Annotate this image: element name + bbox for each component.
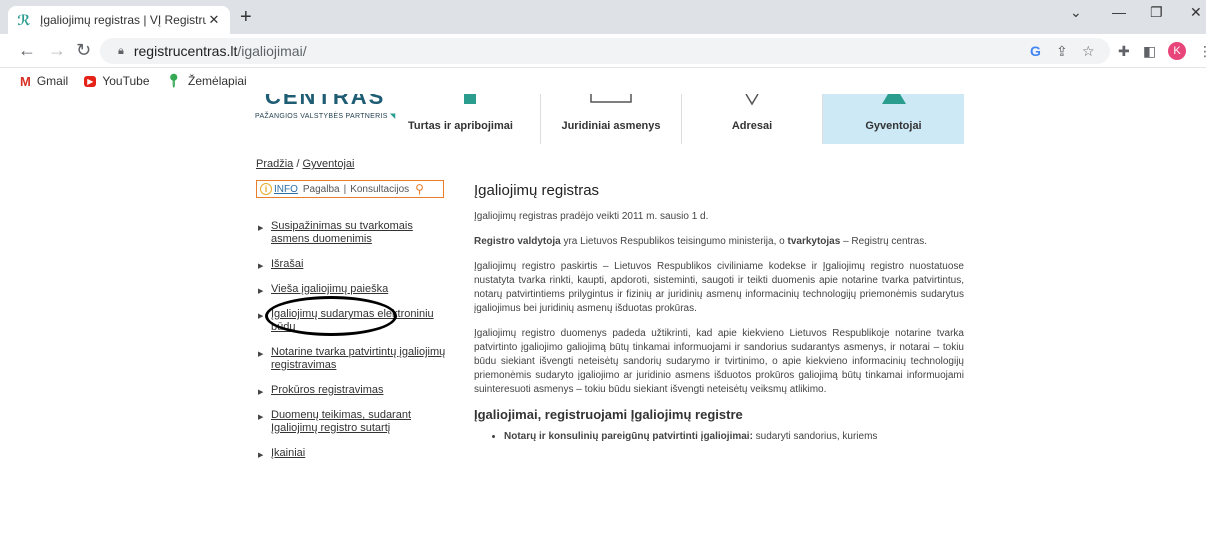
logo-tagline: PAŽANGIOS VALSTYBĖS PARTNERIS ◥ (255, 113, 396, 120)
forward-arrow-icon[interactable]: → (48, 41, 66, 59)
youtube-icon: ▶ (84, 75, 97, 87)
bullet-icon: ▶ (258, 313, 264, 320)
bullet-list: Notarų ir konsulinių pareigūnų patvirtin… (474, 430, 964, 444)
sidebar-link[interactable]: Duomenų teikimas, sudarant Įgaliojimų re… (271, 409, 411, 434)
residents-icon (881, 94, 906, 104)
minimize-icon[interactable]: — (1112, 4, 1126, 20)
url-host: registrucentras.lt (133, 43, 238, 59)
lock-icon: 🔒︎ (118, 44, 124, 57)
nav-label: Turtas ir apribojimai (408, 120, 513, 132)
list-item: Notarų ir konsulinių pareigūnų patvirtin… (504, 430, 964, 444)
nav-label: Juridiniai asmenys (561, 120, 661, 132)
sidebar-link[interactable]: Notarine tvarka patvirtintų įgaliojimų r… (271, 346, 445, 371)
tab-title: Įgaliojimų registras | VĮ Registrų c (40, 13, 206, 27)
maps-icon: 📍︎ (165, 73, 183, 88)
breadcrumb-separator: / (296, 158, 300, 170)
reload-icon[interactable]: ↻ (76, 41, 91, 59)
help-search-box[interactable]: i INFO Pagalba | Konsultacijos ⚲ (256, 180, 444, 198)
property-icon (464, 94, 476, 104)
browser-tab-bar: ℛ Įgaliojimų registras | VĮ Registrų c ✕… (0, 0, 1206, 34)
sidebar-item: ▶ Vieša įgaliojimų paieška (258, 283, 452, 296)
url-path: /igaliojimai/ (237, 43, 307, 59)
back-arrow-icon[interactable]: ← (18, 41, 36, 59)
bookmark-gmail[interactable]: M Gmail (20, 74, 68, 89)
new-tab-button[interactable]: + (240, 7, 252, 27)
extensions-icon[interactable]: ✚ (1118, 43, 1130, 60)
bullet-icon: ▶ (258, 288, 264, 295)
sidebar-link[interactable]: Įkainiai (271, 447, 305, 459)
restore-icon[interactable]: ❐ (1150, 4, 1163, 21)
nav-label: Adresai (731, 120, 773, 132)
sidebar-item: ▶ Išrašai (258, 258, 452, 271)
bookmark-label: YouTube (102, 74, 150, 88)
paragraph: Įgaliojimų registras pradėjo veikti 2011… (474, 211, 709, 222)
hand-drawn-ellipse-annotation (265, 296, 397, 336)
bullet-icon: ▶ (258, 414, 264, 421)
sidebar-link[interactable]: Prokūros registravimas (271, 384, 383, 396)
gmail-icon: M (20, 73, 31, 89)
company-icon (590, 94, 632, 103)
bullet-icon: ▶ (258, 263, 264, 270)
consultations-link[interactable]: Konsultacijos (350, 184, 409, 195)
bookmark-maps[interactable]: 📍︎ Žemėlapiai (166, 73, 247, 89)
bullet-icon: ▶ (258, 351, 264, 358)
registrucentras-logo[interactable]: CENTRAS PAŽANGIOS VALSTYBĖS PARTNERIS ◥ (255, 94, 395, 134)
bullet-icon: ▶ (258, 389, 264, 396)
address-pin-icon (745, 94, 759, 106)
nav-adresai[interactable]: Adresai (682, 94, 823, 144)
google-icon[interactable]: G (1030, 43, 1041, 59)
menu-icon[interactable]: ⋮ (1198, 43, 1206, 60)
sidebar-link[interactable]: Išrašai (271, 258, 303, 270)
url-omnibox[interactable]: 🔒︎ registrucentras.lt/igaliojimai/ (100, 38, 1110, 64)
paragraph: Įgaliojimų registro duomenys padeda užti… (474, 328, 964, 395)
section-heading: Įgaliojimai, registruojami Įgaliojimų re… (474, 407, 743, 422)
address-bar-row: ← → ↻ 🔒︎ registrucentras.lt/igaliojimai/… (0, 34, 1206, 68)
logo-wordmark: CENTRAS (265, 94, 386, 109)
share-icon[interactable]: ⇪ (1056, 43, 1068, 60)
breadcrumb: Pradžia / Gyventojai (256, 158, 354, 170)
registrucentras-favicon-icon: ℛ (17, 11, 31, 28)
sidebar-item: ▶ Notarine tvarka patvirtintų įgaliojimų … (258, 346, 452, 372)
browser-tab[interactable]: ℛ Įgaliojimų registras | VĮ Registrų c ✕ (8, 6, 230, 34)
sidebar-item: ▶ Įkainiai (258, 447, 452, 460)
side-panel-icon[interactable]: ◧ (1143, 43, 1156, 60)
paragraph: Įgaliojimų registro paskirtis – Lietuvos… (474, 261, 964, 314)
help-link[interactable]: Pagalba (303, 184, 340, 195)
close-window-icon[interactable]: ✕ (1190, 4, 1202, 21)
page-title: Įgaliojimų registras (474, 182, 600, 199)
bookmark-label: Gmail (36, 74, 69, 88)
nav-turtas[interactable]: Turtas ir apribojimai (400, 94, 541, 144)
breadcrumb-current-link[interactable]: Gyventojai (302, 158, 354, 170)
bookmark-youtube[interactable]: ▶ YouTube (84, 74, 150, 88)
bookmarks-bar: M Gmail ▶ YouTube 📍︎ Žemėlapiai (0, 68, 1206, 94)
search-separator: | (343, 183, 347, 195)
tab-search-chevron-icon[interactable]: ⌄ (1070, 4, 1082, 21)
breadcrumb-home-link[interactable]: Pradžia (256, 158, 293, 170)
bookmark-label: Žemėlapiai (188, 74, 247, 88)
sidebar-item: ▶ Susipažinimas su tvarkomais asmens duom… (258, 220, 452, 246)
sidebar-link[interactable]: Susipažinimas su tvarkomais asmens duome… (271, 220, 413, 245)
nav-juridiniai[interactable]: Juridiniai asmenys (541, 94, 682, 144)
profile-avatar[interactable]: K (1168, 42, 1186, 60)
nav-gyventojai[interactable]: Gyventojai (823, 94, 964, 144)
bullet-icon: ▶ (258, 452, 264, 459)
sidebar-link[interactable]: Vieša įgaliojimų paieška (271, 283, 388, 295)
web-page: CENTRAS PAŽANGIOS VALSTYBĖS PARTNERIS ◥ … (0, 94, 1206, 537)
main-navigation: Turtas ir apribojimai Juridiniai asmenys… (400, 94, 964, 144)
main-content: Įgaliojimų registras Įgaliojimų registra… (474, 182, 964, 444)
info-icon: i (260, 183, 272, 195)
close-tab-icon[interactable]: ✕ (206, 12, 222, 28)
bookmark-star-icon[interactable]: ☆ (1082, 43, 1095, 60)
paragraph: Registro valdytoja yra Lietuvos Respubli… (474, 236, 928, 247)
sidebar-item: ▶ Duomenų teikimas, sudarant Įgaliojimų r… (258, 409, 452, 435)
info-link[interactable]: INFO (274, 184, 298, 195)
search-icon[interactable]: ⚲ (415, 182, 424, 196)
sidebar-item: ▶ Prokūros registravimas (258, 384, 452, 397)
sidebar-nav: ▶ Susipažinimas su tvarkomais asmens duom… (258, 220, 452, 472)
nav-label: Gyventojai (865, 120, 922, 132)
bullet-icon: ▶ (258, 225, 264, 232)
